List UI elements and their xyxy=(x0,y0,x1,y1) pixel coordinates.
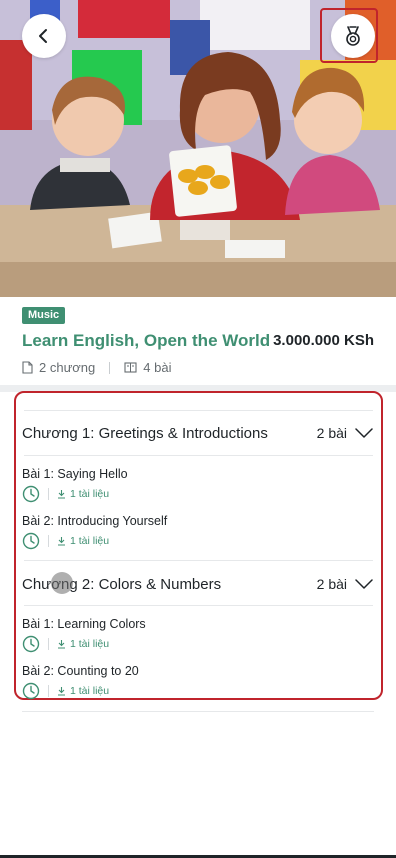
touch-indicator xyxy=(51,572,73,594)
clock-icon xyxy=(22,635,40,653)
lesson-item[interactable]: Bài 1: Learning Colors 1 tài liệu xyxy=(22,617,373,653)
download-icon xyxy=(58,640,65,649)
lesson-item[interactable]: Bài 2: Introducing Yourself 1 tài liệu xyxy=(22,514,373,550)
lesson-divider xyxy=(48,535,49,547)
lesson-title: Bài 1: Saying Hello xyxy=(22,467,128,481)
category-badge: Music xyxy=(22,307,66,324)
curriculum-list: Chương 1: Greetings & Introductions 2 bà… xyxy=(14,391,383,700)
chapter-lesson-count: 2 bài xyxy=(316,576,347,592)
divider xyxy=(24,455,373,456)
lessons-count: 4 bài xyxy=(143,360,172,375)
chapter-2-header[interactable]: Chương 2: Colors & Numbers 2 bài xyxy=(22,572,373,596)
certificate-button[interactable] xyxy=(331,14,375,58)
divider xyxy=(24,560,373,561)
course-meta: 2 chương 4 bài xyxy=(22,360,171,375)
lesson-divider xyxy=(48,638,49,650)
course-hero-image xyxy=(0,0,396,297)
download-icon xyxy=(58,537,65,546)
divider xyxy=(22,711,374,712)
clock-icon xyxy=(22,485,40,503)
course-price: 3.000.000 KSh xyxy=(273,332,374,349)
course-info: Music Learn English, Open the World 3.00… xyxy=(0,297,396,385)
chevron-down-icon xyxy=(355,579,373,589)
chevron-left-icon xyxy=(39,29,47,43)
chapter-1-header[interactable]: Chương 1: Greetings & Introductions 2 bà… xyxy=(22,421,373,445)
divider xyxy=(24,410,373,411)
book-icon xyxy=(124,362,137,373)
chapter-lesson-count: 2 bài xyxy=(316,425,347,441)
lesson-files: 1 tài liệu xyxy=(70,488,110,500)
meta-divider xyxy=(109,361,111,374)
document-icon xyxy=(22,361,33,374)
lesson-divider xyxy=(48,685,49,697)
lesson-title: Bài 2: Introducing Yourself xyxy=(22,514,168,528)
medal-icon xyxy=(346,26,360,46)
download-icon xyxy=(58,687,65,696)
lesson-title: Bài 2: Counting to 20 xyxy=(22,664,139,678)
course-title: Learn English, Open the World xyxy=(22,331,271,350)
lesson-files: 1 tài liệu xyxy=(70,638,110,650)
lesson-item[interactable]: Bài 1: Saying Hello 1 tài liệu xyxy=(22,467,373,503)
download-icon xyxy=(58,490,65,499)
clock-icon xyxy=(22,682,40,700)
clock-icon xyxy=(22,532,40,550)
lesson-item[interactable]: Bài 2: Counting to 20 1 tài liệu xyxy=(22,664,373,700)
lesson-files: 1 tài liệu xyxy=(70,685,110,697)
lesson-title: Bài 1: Learning Colors xyxy=(22,617,146,631)
back-button[interactable] xyxy=(22,14,66,58)
certificate-button-highlight xyxy=(320,8,378,63)
divider xyxy=(24,605,373,606)
chapters-count: 2 chương xyxy=(39,360,96,375)
lesson-files: 1 tài liệu xyxy=(70,535,110,547)
lesson-divider xyxy=(48,488,49,500)
chevron-down-icon xyxy=(355,428,373,438)
chapter-title: Chương 1: Greetings & Introductions xyxy=(22,424,268,442)
